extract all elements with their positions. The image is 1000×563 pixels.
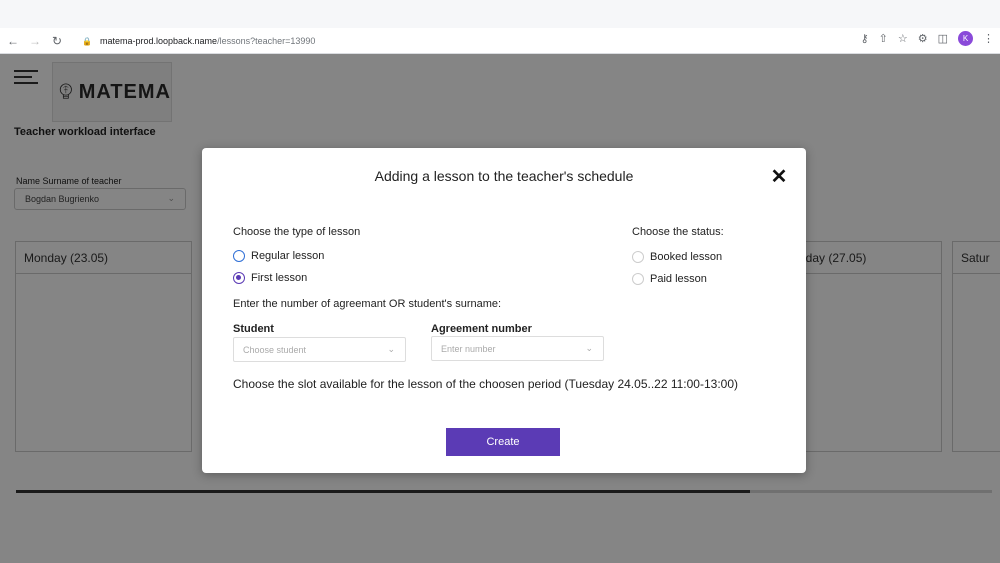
agreement-label: Agreement number (431, 323, 532, 335)
browser-toolbar: ← → ↻ 🔒 matema-prod.loopback.name/lesson… (0, 28, 1000, 54)
radio-label: Regular lesson (251, 250, 325, 262)
chevron-down-icon: ⌄ (387, 344, 395, 354)
status-label: Choose the status: (632, 226, 724, 238)
chevron-down-icon: ⌄ (585, 343, 593, 353)
menu-dots-icon[interactable]: ⋮ (983, 32, 994, 45)
radio-button[interactable] (632, 251, 644, 263)
radio-button[interactable] (233, 250, 245, 262)
lock-icon: 🔒 (82, 36, 92, 46)
radio-button[interactable] (632, 273, 644, 285)
radio-label: Paid lesson (650, 273, 707, 285)
address-bar[interactable]: 🔒 matema-prod.loopback.name/lessons?teac… (82, 31, 822, 51)
radio-button-selected[interactable] (233, 272, 245, 284)
add-lesson-dialog: Adding a lesson to the teacher's schedul… (202, 148, 806, 473)
browser-tab-strip (0, 0, 1000, 28)
student-label: Student (233, 323, 274, 335)
profile-avatar[interactable]: K (958, 31, 973, 46)
agreement-prompt: Enter the number of agreemant OR student… (233, 298, 502, 310)
share-icon[interactable]: ⇧ (879, 32, 888, 45)
back-icon[interactable]: ← (4, 32, 22, 50)
dialog-title: Adding a lesson to the teacher's schedul… (374, 168, 634, 184)
sidepanel-icon[interactable]: ◫ (938, 32, 948, 45)
close-icon[interactable]: ✕ (768, 165, 790, 188)
student-placeholder: Choose student (243, 344, 307, 355)
student-select[interactable]: Choose student ⌄ (233, 337, 406, 362)
radio-regular-lesson[interactable]: Regular lesson (233, 250, 324, 262)
radio-booked-lesson[interactable]: Booked lesson (632, 251, 722, 263)
radio-first-lesson[interactable]: First lesson (233, 272, 307, 284)
url-path: /lessons?teacher=13990 (217, 36, 316, 46)
agreement-number-input[interactable]: Enter number ⌄ (431, 336, 604, 361)
star-icon[interactable]: ☆ (898, 32, 908, 45)
agreement-placeholder: Enter number (441, 343, 496, 354)
url-host: matema-prod.loopback.name (100, 36, 218, 46)
forward-icon[interactable]: → (26, 32, 44, 50)
lesson-type-label: Choose the type of lesson (233, 226, 361, 238)
slot-text: Choose the slot available for the lesson… (233, 377, 738, 391)
key-icon[interactable]: ⚷ (861, 32, 869, 45)
radio-label: First lesson (251, 272, 308, 284)
reload-icon[interactable]: ↻ (48, 32, 66, 50)
extensions-icon[interactable]: ⚙ (918, 32, 928, 45)
radio-paid-lesson[interactable]: Paid lesson (632, 273, 707, 285)
create-button[interactable]: Create (446, 428, 560, 456)
radio-label: Booked lesson (650, 251, 723, 263)
